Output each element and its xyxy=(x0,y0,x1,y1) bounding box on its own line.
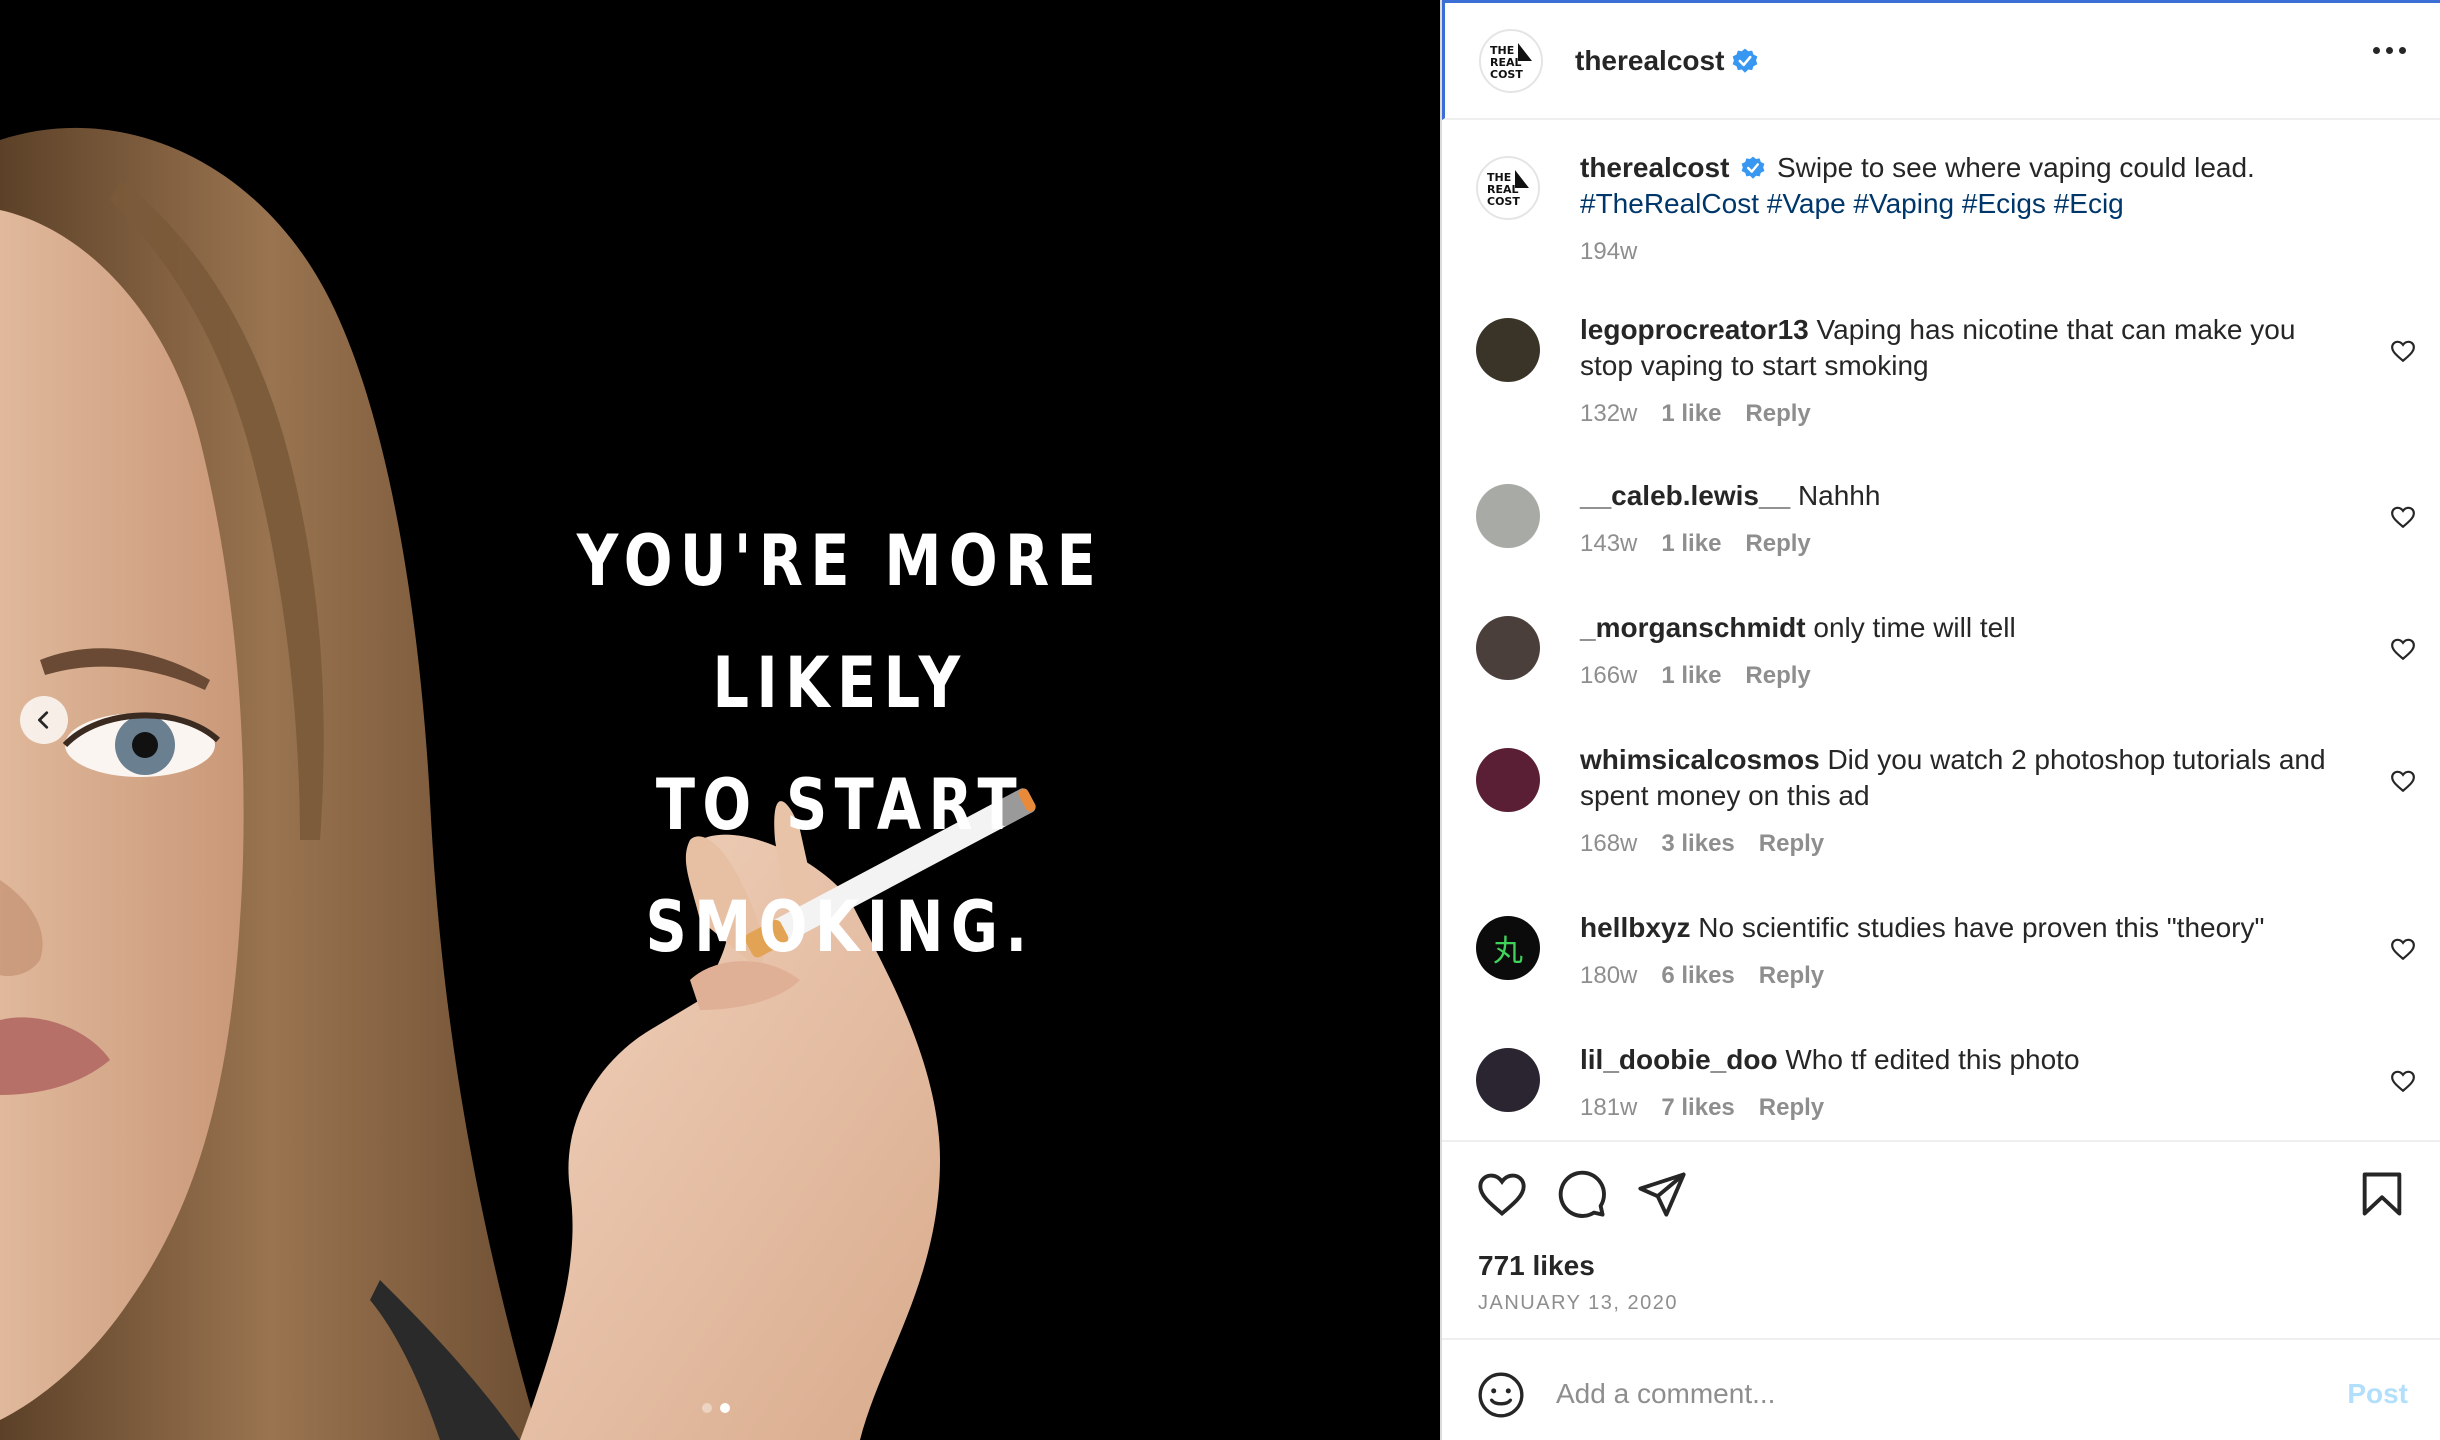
comment-meta: 180w 6 likes Reply xyxy=(1580,958,2350,994)
emoji-icon[interactable] xyxy=(1476,1370,1526,1420)
caption-text: Swipe to see where vaping could lead. xyxy=(1776,152,2255,183)
comment-username[interactable]: __caleb.lewis__ xyxy=(1580,480,1790,511)
comment-text: only time will tell xyxy=(1813,612,2016,643)
comment-body: hellbxyz No scientific studies have prov… xyxy=(1580,910,2350,994)
comment-username[interactable]: legoprocreator13 xyxy=(1580,314,1809,345)
carousel-dot-active xyxy=(720,1403,730,1413)
caption-username[interactable]: therealcost xyxy=(1580,152,1729,183)
comment-likes[interactable]: 1 like xyxy=(1661,658,1721,694)
reply-button[interactable]: Reply xyxy=(1759,958,1824,994)
comment-username[interactable]: hellbxyz xyxy=(1580,912,1690,943)
comment-time[interactable]: 166w xyxy=(1580,658,1637,694)
post-actions: 771 likes JANUARY 13, 2020 xyxy=(1442,1140,2440,1340)
comment-username[interactable]: _morganschmidt xyxy=(1580,612,1806,643)
caption-hashtags[interactable]: #TheRealCost #Vape #Vaping #Ecigs #Ecig xyxy=(1580,188,2124,219)
therealcost-logo-icon: THE REAL COST xyxy=(1487,170,1529,208)
more-icon-dot xyxy=(2386,47,2393,54)
likes-count[interactable]: 771 likes xyxy=(1478,1250,1595,1282)
comment-avatar[interactable]: 丸 xyxy=(1476,916,1540,980)
comment-avatar-glyph: 丸 xyxy=(1493,934,1523,969)
more-icon xyxy=(2373,47,2380,54)
share-icon[interactable] xyxy=(1636,1168,1688,1220)
carousel-prev-button[interactable] xyxy=(20,696,68,744)
comment-likes[interactable]: 6 likes xyxy=(1661,958,1734,994)
post-header: THE REAL COST therealcost xyxy=(1442,0,2440,120)
therealcost-logo-icon: THE REAL COST xyxy=(1490,42,1532,81)
comment-avatar[interactable] xyxy=(1476,318,1540,382)
post-sidebar: THE REAL COST therealcost THE REAL COST xyxy=(1440,0,2440,1440)
caption-body: therealcost Swipe to see where vaping co… xyxy=(1580,150,2350,270)
verified-icon xyxy=(1733,48,1758,73)
comment-time[interactable]: 132w xyxy=(1580,396,1637,432)
post-date[interactable]: JANUARY 13, 2020 xyxy=(1478,1292,1678,1315)
comment-meta: 143w 1 like Reply xyxy=(1580,526,2350,562)
caption-meta: 194w xyxy=(1580,234,2350,270)
comment-username[interactable]: whimsicalcosmos xyxy=(1580,744,1820,775)
comment-text: No scientific studies have proven this "… xyxy=(1698,912,2265,943)
comment-body: legoprocreator13 Vaping has nicotine tha… xyxy=(1580,312,2350,432)
reply-button[interactable]: Reply xyxy=(1759,1090,1824,1126)
comment-time[interactable]: 181w xyxy=(1580,1090,1637,1126)
comment-likes[interactable]: 1 like xyxy=(1661,526,1721,562)
comment-avatar[interactable] xyxy=(1476,1048,1540,1112)
carousel-indicator xyxy=(702,1403,730,1413)
more-icon-dot xyxy=(2399,47,2406,54)
verified-icon xyxy=(1741,156,1765,179)
comment-time[interactable]: 143w xyxy=(1580,526,1637,562)
comment-body: whimsicalcosmos Did you watch 2 photosho… xyxy=(1580,742,2350,862)
svg-text:COST: COST xyxy=(1487,195,1520,208)
reply-button[interactable]: Reply xyxy=(1759,826,1824,862)
comment-meta: 168w 3 likes Reply xyxy=(1580,826,2350,862)
comment-avatar[interactable] xyxy=(1476,484,1540,548)
carousel-dot xyxy=(702,1403,712,1413)
caption-avatar[interactable]: THE REAL COST xyxy=(1476,156,1540,220)
heart-icon[interactable] xyxy=(2390,504,2416,530)
comment-body: _morganschmidt only time will tell 166w … xyxy=(1580,610,2350,694)
reply-button[interactable]: Reply xyxy=(1745,658,1810,694)
comment-likes[interactable]: 7 likes xyxy=(1661,1090,1734,1126)
caption-time[interactable]: 194w xyxy=(1580,234,1637,270)
comment-meta: 132w 1 like Reply xyxy=(1580,396,2350,432)
post-headline: YOU'RE MORE LIKELY TO START SMOKING. xyxy=(512,500,1168,988)
comment-composer: Post xyxy=(1442,1338,2440,1440)
post-comment-button[interactable]: Post xyxy=(2347,1378,2408,1410)
comment-meta: 181w 7 likes Reply xyxy=(1580,1090,2350,1126)
chevron-left-icon xyxy=(38,711,49,729)
comment-body: __caleb.lewis__ Nahhh 143w 1 like Reply xyxy=(1580,478,2350,562)
comment-body: lil_doobie_doo Who tf edited this photo … xyxy=(1580,1042,2350,1126)
heart-icon[interactable] xyxy=(2390,1068,2416,1094)
comment-time[interactable]: 180w xyxy=(1580,958,1637,994)
comment-text: Who tf edited this photo xyxy=(1785,1044,2080,1075)
reply-button[interactable]: Reply xyxy=(1745,396,1810,432)
comments-list[interactable]: THE REAL COST therealcost Swipe to see w… xyxy=(1442,122,2440,1140)
heart-icon[interactable] xyxy=(1476,1168,1528,1220)
more-options-button[interactable] xyxy=(2373,47,2406,54)
account-avatar[interactable]: THE REAL COST xyxy=(1479,28,1543,93)
comment-likes[interactable]: 3 likes xyxy=(1661,826,1734,862)
comment-time[interactable]: 168w xyxy=(1580,826,1637,862)
svg-text:COST: COST xyxy=(1490,68,1523,81)
comment-text: Nahhh xyxy=(1797,480,1881,511)
comment-meta: 166w 1 like Reply xyxy=(1580,658,2350,694)
comment-username[interactable]: lil_doobie_doo xyxy=(1580,1044,1778,1075)
headline-line-2: TO START SMOKING. xyxy=(645,764,1035,968)
heart-icon[interactable] xyxy=(2390,936,2416,962)
bookmark-icon[interactable] xyxy=(2356,1168,2408,1220)
comment-avatar[interactable] xyxy=(1476,748,1540,812)
comment-avatar[interactable] xyxy=(1476,616,1540,680)
reply-button[interactable]: Reply xyxy=(1745,526,1810,562)
headline-line-1: YOU'RE MORE LIKELY xyxy=(576,520,1104,724)
header-username[interactable]: therealcost xyxy=(1575,45,1724,77)
comment-input[interactable] xyxy=(1556,1366,2276,1422)
post-media[interactable]: YOU'RE MORE LIKELY TO START SMOKING. xyxy=(0,0,1440,1440)
heart-icon[interactable] xyxy=(2390,768,2416,794)
heart-icon[interactable] xyxy=(2390,338,2416,364)
comment-likes[interactable]: 1 like xyxy=(1661,396,1721,432)
comment-icon[interactable] xyxy=(1556,1168,1608,1220)
heart-icon[interactable] xyxy=(2390,636,2416,662)
